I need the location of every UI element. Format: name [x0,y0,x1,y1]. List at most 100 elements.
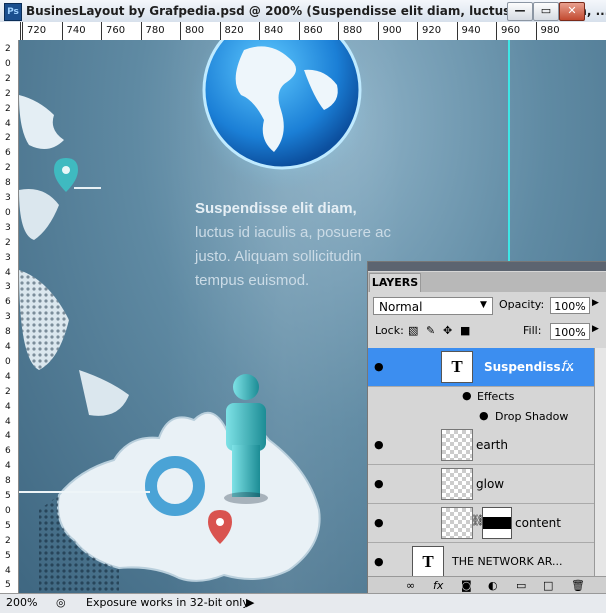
ruler-digit: 4 [5,461,11,472]
opacity-label: Opacity: [499,298,545,311]
layers-scrollbar[interactable] [594,348,606,576]
tab-layers[interactable]: LAYERS [369,273,421,292]
arrow-right-icon[interactable]: ▶ [246,596,254,609]
layer-mask-thumb[interactable] [482,507,512,539]
ruler-tick-label: 720 [27,25,47,36]
lock-transparency-icon[interactable]: ▧ [408,324,418,337]
effects-label: Effects [477,390,515,403]
ruler-digit: 3 [5,282,11,293]
ruler-digit: 5 [5,580,11,591]
ruler-digit: 2 [5,535,11,546]
eye-icon[interactable]: ● [479,409,489,422]
eye-icon[interactable]: ● [374,478,388,489]
layer-name[interactable]: earth [476,438,508,452]
ruler-tick [180,22,181,40]
panel-grip[interactable] [368,262,606,271]
ruler-tick [338,22,339,40]
ruler-digit: 0 [5,58,11,69]
eye-icon[interactable]: ● [374,361,388,372]
restore-button[interactable]: ▭ [533,2,559,21]
ruler-digit: 6 [5,297,11,308]
lock-pixels-icon[interactable]: ✎ [426,324,435,337]
ruler-tick [259,22,260,40]
layer-name[interactable]: Suspendiss... [484,360,574,374]
adjustment-layer-icon[interactable]: ◐ [488,579,498,592]
ruler-tick [417,22,418,40]
trash-icon[interactable]: 🗑 [571,579,585,592]
ruler-digit: 3 [5,222,11,233]
layer-name[interactable]: THE NETWORK AR... [452,555,563,568]
new-layer-icon[interactable]: □ [543,579,553,592]
ruler-digit: 8 [5,476,11,487]
text-layer-thumb: T [441,351,473,383]
ruler-digit: 2 [5,73,11,84]
ruler-tick-label: 800 [185,25,205,36]
close-button[interactable]: ✕ [559,2,585,21]
ruler-digit: 2 [5,133,11,144]
ruler-tick-label: 880 [343,25,363,36]
minimize-button[interactable]: — [507,2,533,21]
layer-row-earth[interactable]: ● earth [368,426,594,465]
ruler-tick-label: 980 [540,25,560,36]
ruler-digit: 6 [5,148,11,159]
layer-thumb [441,429,473,461]
effects-row[interactable]: ● Effects [368,387,594,406]
lock-position-icon[interactable]: ✥ [443,324,452,337]
body-text-block[interactable]: Suspendisse elit diam, luctus id iaculis… [195,197,395,293]
blend-mode-select[interactable]: Normal [373,297,493,315]
fx-icon[interactable]: fx [562,359,573,373]
layer-row-suspendisse[interactable]: ● T Suspendiss... fx [368,348,594,387]
status-info-icon[interactable]: ◎ [56,596,66,609]
eye-icon[interactable]: ● [374,517,388,528]
layer-thumb [441,507,473,539]
fill-field[interactable]: 100% [550,323,590,340]
arrow-right-icon[interactable]: ▶ [592,298,599,308]
fx-icon[interactable]: fx [433,579,443,592]
ruler-tick [496,22,497,40]
ruler-digit: 2 [5,237,11,248]
ruler-digit: 4 [5,565,11,576]
eye-icon[interactable]: ● [462,389,472,402]
layer-row-glow[interactable]: ● glow [368,465,594,504]
new-group-icon[interactable]: ▭ [516,579,526,592]
ruler-digit: 4 [5,342,11,352]
ruler-digit: 3 [5,193,11,203]
fill-label: Fill: [523,324,542,337]
link-layers-icon[interactable]: ∞ [406,579,415,592]
ruler-digit: 2 [5,44,11,54]
ruler-digit: 2 [5,88,11,99]
ruler-digit: 3 [5,312,11,323]
ruler-digit: 0 [5,505,11,516]
drop-shadow-row[interactable]: ● Drop Shadow [368,407,594,426]
zoom-field[interactable]: 200% [6,596,37,609]
vertical-ruler[interactable]: 20222426283032343638404244464850525456 [0,40,19,593]
add-mask-icon[interactable]: ◙ [461,579,472,592]
layers-panel: LAYERS Normal ▼ Opacity: 100% ▶ Lock: ▧ … [367,261,606,595]
ruler-digit: 4 [5,416,11,427]
status-bar: 200% ◎ Exposure works in 32-bit only ▶ [0,593,606,613]
ruler-digit: 4 [5,118,11,129]
ruler-tick [61,22,63,40]
eye-icon[interactable]: ● [374,556,388,567]
lock-all-icon[interactable]: ■ [460,324,470,337]
layer-name[interactable]: glow [476,477,504,491]
window-titlebar: Ps BusinesLayout by Grafpedia.psd @ 200%… [0,0,606,23]
ruler-tick-label: 760 [106,25,126,36]
layer-name[interactable]: content [515,516,561,530]
ruler-digit: 4 [5,267,11,278]
arrow-right-icon[interactable]: ▶ [592,324,599,334]
ruler-tick-label: 860 [303,25,323,36]
chevron-down-icon[interactable]: ▼ [480,300,487,310]
ruler-digit: 6 [5,446,11,457]
layer-row-content[interactable]: ● ⛓ content [368,504,594,543]
ruler-tick [22,22,23,40]
ruler-digit: 4 [5,431,11,442]
ruler-tick [377,22,379,40]
horizontal-ruler[interactable]: 720 740 760 780 800 820 840 860 880 900 920 940 960 9… [0,22,606,41]
opacity-field[interactable]: 100% [550,297,590,314]
drop-shadow-label: Drop Shadow [495,410,569,423]
ruler-digit: 0 [5,356,11,367]
eye-icon[interactable]: ● [374,439,388,450]
ruler-digit: 0 [5,207,11,218]
ruler-digit: 4 [5,401,11,412]
